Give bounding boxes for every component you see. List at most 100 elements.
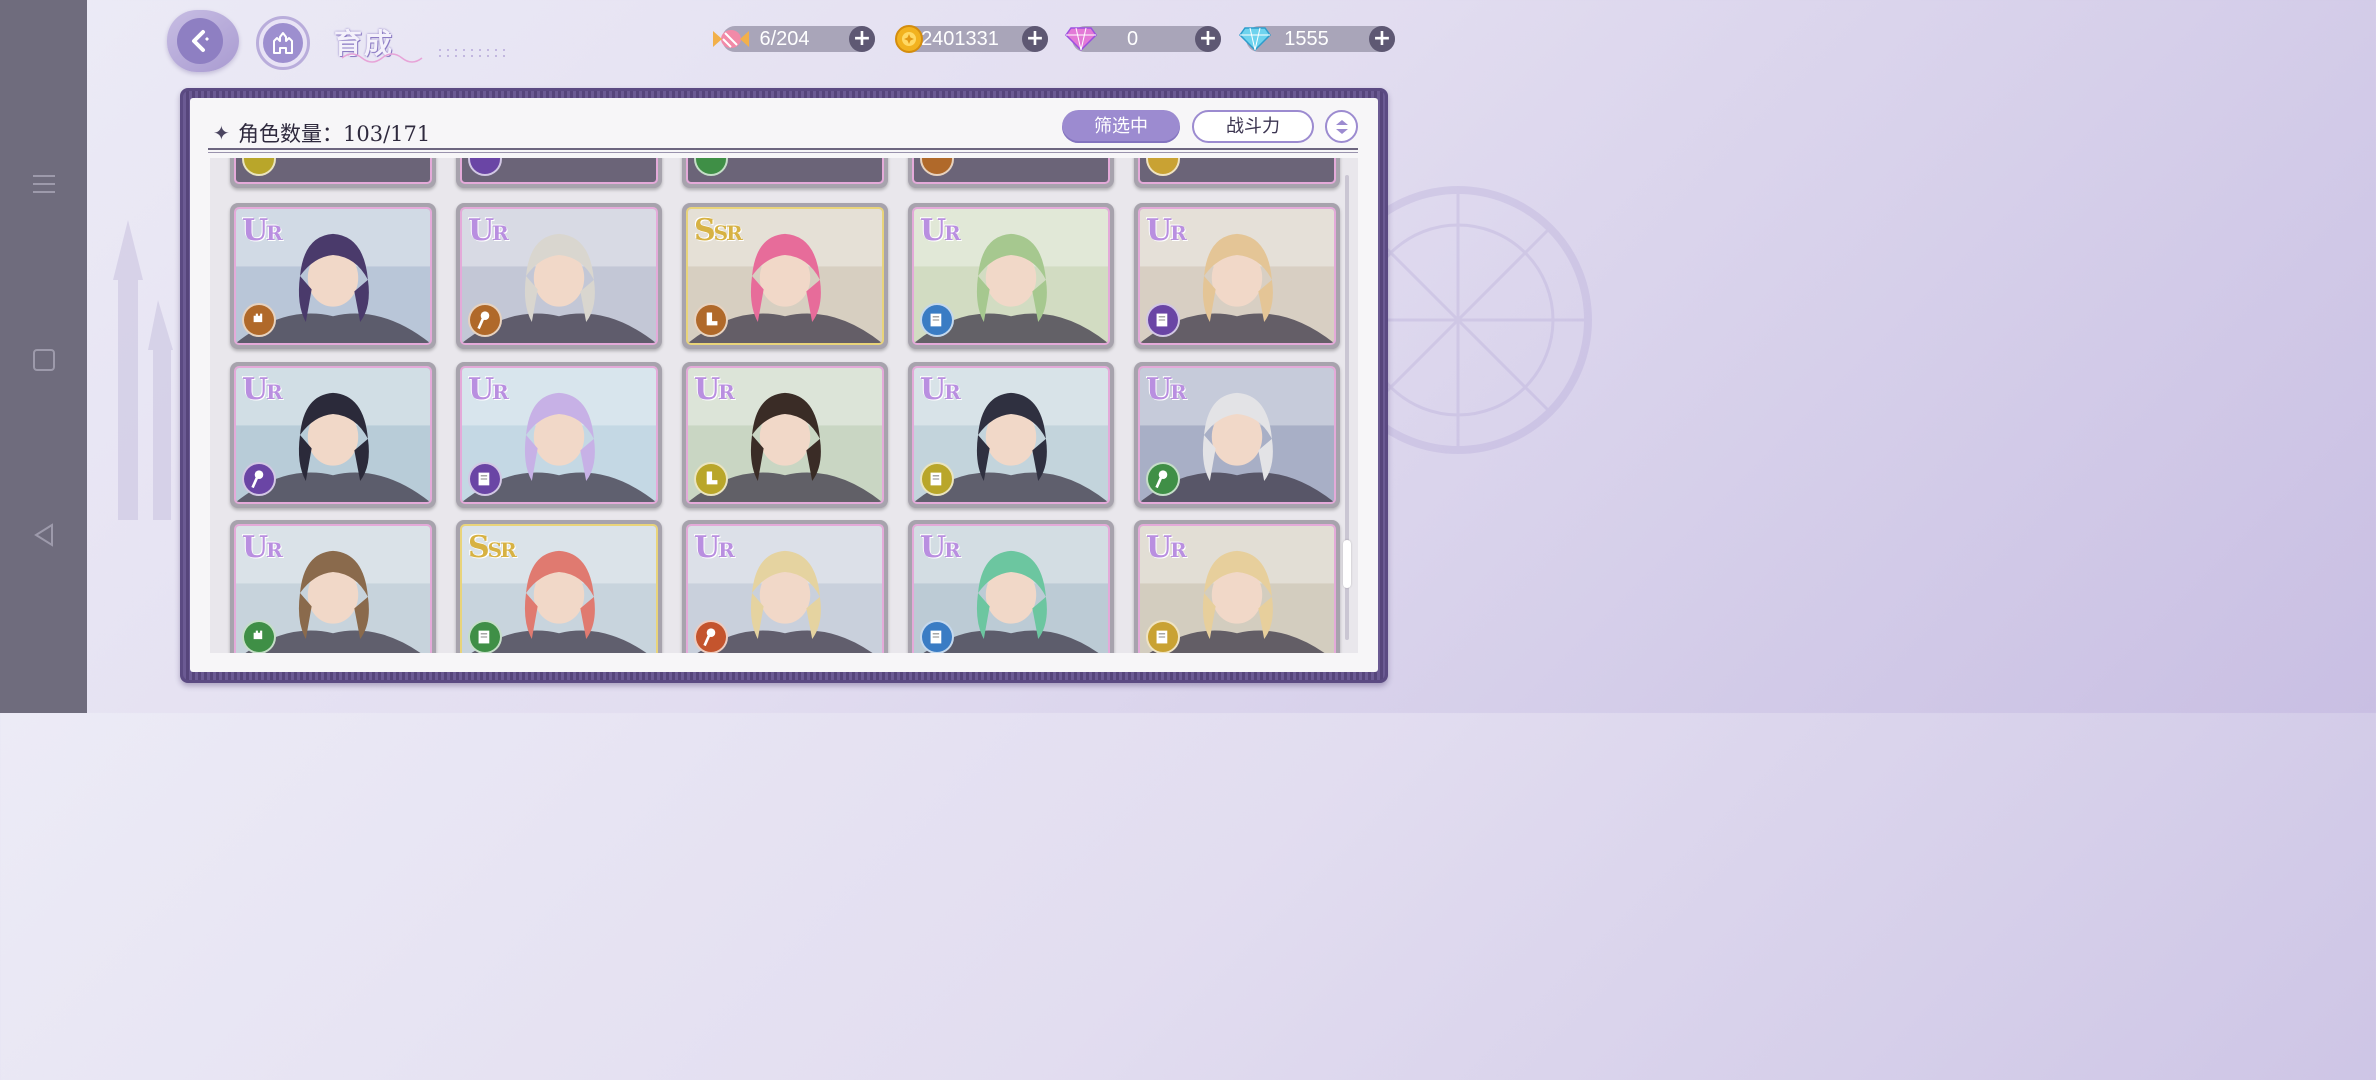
add-candy-button[interactable]: +: [849, 26, 875, 52]
rarity-badge: UR: [920, 213, 961, 248]
character-card[interactable]: UR: [682, 362, 888, 508]
rarity-badge: UR: [1146, 372, 1187, 407]
character-portrait: UR: [234, 207, 432, 345]
staff-icon: [468, 303, 502, 337]
rarity-badge: UR: [1146, 213, 1187, 248]
filter-button[interactable]: 筛选中: [1062, 110, 1180, 143]
character-card[interactable]: UR: [908, 362, 1114, 508]
castle-icon: [273, 32, 293, 54]
pink-gem-resource: 0 +: [1065, 26, 1221, 52]
class-icon: [1146, 158, 1180, 176]
character-card[interactable]: UR: [908, 203, 1114, 349]
class-icon: [920, 158, 954, 176]
character-portrait: UR: [686, 366, 884, 504]
sort-by-power-button[interactable]: 战斗力: [1192, 110, 1314, 143]
rarity-badge: SSR: [468, 530, 517, 565]
back-button[interactable]: [167, 10, 239, 72]
book-icon: [1146, 620, 1180, 653]
book-icon: [920, 462, 954, 496]
class-icon: [242, 158, 276, 176]
add-pink-gem-button[interactable]: +: [1195, 26, 1221, 52]
staff-icon: [1146, 462, 1180, 496]
character-card[interactable]: [230, 158, 436, 188]
candy-resource: 6/204 +: [713, 26, 875, 52]
boot-icon: [694, 303, 728, 337]
character-portrait: SSR: [686, 207, 884, 345]
character-card[interactable]: UR: [230, 362, 436, 508]
character-portrait: UR: [234, 366, 432, 504]
character-card[interactable]: [682, 158, 888, 188]
staff-icon: [242, 462, 276, 496]
character-card[interactable]: SSR: [456, 520, 662, 653]
rarity-badge: UR: [1146, 530, 1187, 565]
sparkle-icon: ✦: [213, 121, 230, 145]
menu-icon[interactable]: [26, 166, 62, 202]
rarity-badge: UR: [468, 372, 509, 407]
character-portrait: UR: [1138, 207, 1336, 345]
character-portrait: [686, 158, 884, 184]
character-portrait: UR: [1138, 524, 1336, 653]
character-portrait: SSR: [460, 524, 658, 653]
scrollbar-thumb[interactable]: [1343, 540, 1351, 588]
home-button[interactable]: [256, 16, 310, 70]
pink-gem-value: 0: [1126, 28, 1139, 50]
class-icon: [694, 158, 728, 176]
character-portrait: [1138, 158, 1336, 184]
character-portrait: UR: [686, 524, 884, 653]
character-card[interactable]: UR: [1134, 362, 1340, 508]
sort-order-button[interactable]: [1325, 110, 1358, 143]
book-icon: [468, 620, 502, 653]
gold-value: 2401331: [921, 28, 999, 50]
fist-icon: [242, 303, 276, 337]
add-blue-gem-button[interactable]: +: [1369, 26, 1395, 52]
book-icon: [1146, 303, 1180, 337]
character-card[interactable]: UR: [908, 520, 1114, 653]
blue-gem-value: 1555: [1284, 28, 1329, 50]
gold-resource: 2401331 +: [895, 25, 1048, 53]
candy-value: 6/204: [759, 28, 810, 50]
rarity-badge: UR: [694, 372, 735, 407]
rarity-badge: UR: [920, 530, 961, 565]
rarity-badge: UR: [694, 530, 735, 565]
character-portrait: UR: [1138, 366, 1336, 504]
home-square-icon[interactable]: [26, 342, 62, 378]
rarity-badge: SSR: [694, 213, 743, 248]
character-card[interactable]: UR: [230, 203, 436, 349]
fist-icon: [242, 620, 276, 653]
rarity-badge: UR: [920, 372, 961, 407]
character-portrait: UR: [912, 366, 1110, 504]
character-portrait: UR: [460, 366, 658, 504]
character-grid[interactable]: UR UR SSR UR UR UR UR UR UR UR UR SSR UR…: [210, 158, 1358, 653]
boot-icon: [694, 462, 728, 496]
system-nav-bar: [0, 0, 87, 713]
header-divider: [208, 148, 1358, 153]
book-icon: [920, 620, 954, 653]
back-triangle-icon[interactable]: [26, 517, 62, 553]
character-card[interactable]: UR: [1134, 203, 1340, 349]
rarity-badge: UR: [242, 213, 283, 248]
character-card[interactable]: UR: [1134, 520, 1340, 653]
character-card[interactable]: [456, 158, 662, 188]
character-portrait: UR: [460, 207, 658, 345]
title-decoration: [341, 49, 505, 63]
character-card[interactable]: SSR: [682, 203, 888, 349]
sort-order-icon: [1335, 119, 1348, 134]
blue-gem-resource: 1555 +: [1239, 26, 1395, 52]
character-card[interactable]: UR: [456, 203, 662, 349]
character-count-label: 角色数量：103/171: [238, 122, 431, 146]
character-portrait: [460, 158, 658, 184]
character-card[interactable]: [908, 158, 1114, 188]
add-gold-button[interactable]: +: [1022, 26, 1048, 52]
character-card[interactable]: UR: [682, 520, 888, 653]
rarity-badge: UR: [242, 372, 283, 407]
rarity-badge: UR: [468, 213, 509, 248]
character-portrait: [234, 158, 432, 184]
character-card[interactable]: [1134, 158, 1340, 188]
character-card[interactable]: UR: [456, 362, 662, 508]
character-card[interactable]: UR: [230, 520, 436, 653]
back-arrow-icon: [192, 30, 209, 52]
rarity-badge: UR: [242, 530, 283, 565]
class-icon: [468, 158, 502, 176]
character-portrait: [912, 158, 1110, 184]
staff-icon: [694, 620, 728, 653]
